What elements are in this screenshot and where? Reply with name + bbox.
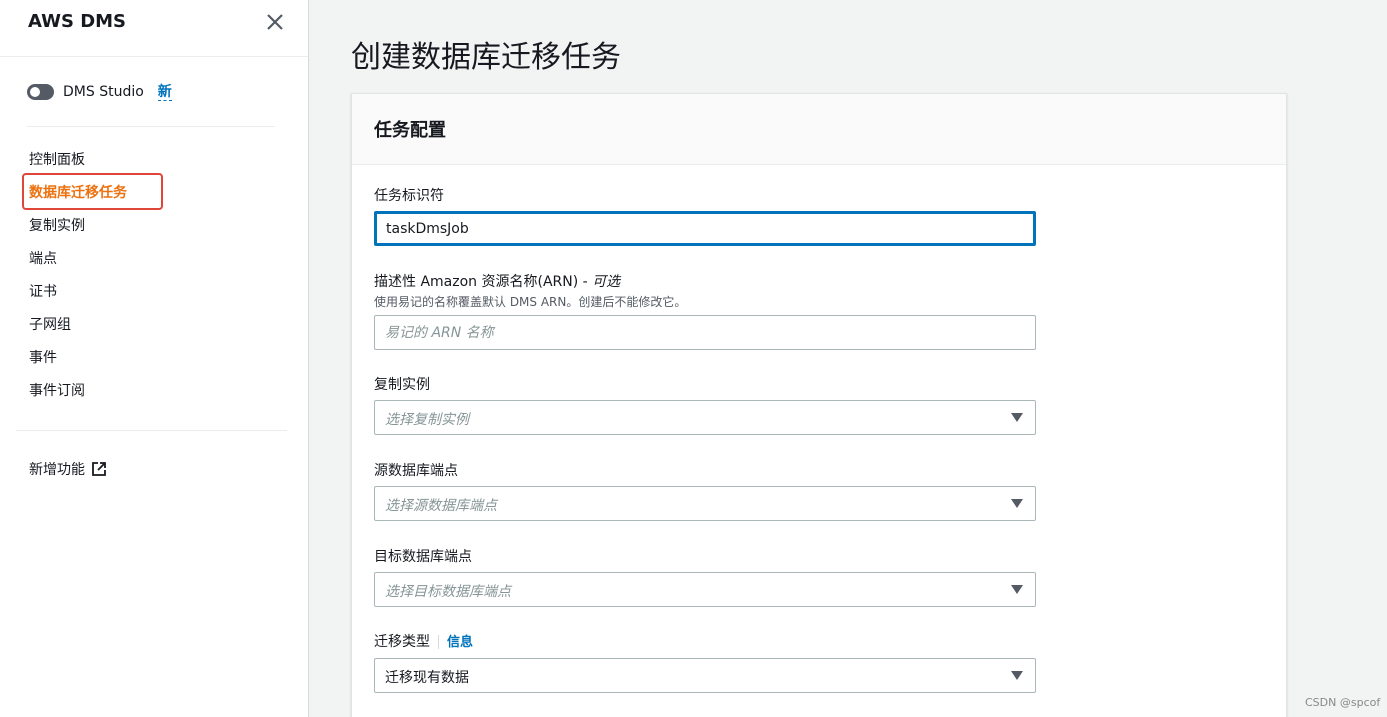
sidebar-header: AWS DMS [0,0,308,57]
info-separator [438,635,439,649]
sidebar-item-subnet-groups[interactable]: 子网组 [29,315,127,348]
caret-down-icon [1011,671,1023,680]
sidebar-item-certificates[interactable]: 证书 [29,282,127,315]
sidebar-item-migration-tasks[interactable]: 数据库迁移任务 [29,183,127,216]
migration-type-info-link[interactable]: 信息 [447,635,473,650]
close-icon [267,14,283,30]
migration-type-select[interactable]: 迁移现有数据 [374,658,1036,693]
source-endpoint-select[interactable]: 选择源数据库端点 [374,486,1036,521]
caret-down-icon [1011,413,1023,422]
source-endpoint-placeholder: 选择源数据库端点 [385,498,497,514]
replication-instance-placeholder: 选择复制实例 [385,412,469,428]
new-badge[interactable]: 新 [157,84,172,101]
arn-description: 使用易记的名称覆盖默认 DMS ARN。创建后不能修改它。 [374,295,687,309]
sidebar-nav: 控制面板 数据库迁移任务 复制实例 端点 证书 子网组 事件 事件订阅 [29,150,127,414]
external-link-icon [92,462,106,476]
sidebar-item-dashboard[interactable]: 控制面板 [29,150,127,183]
dms-studio-row: DMS Studio 新 [27,81,172,103]
arn-optional-label: 可选 [592,274,621,290]
whats-new-label: 新增功能 [29,462,85,478]
migration-type-label-row: 迁移类型 信息 [374,631,473,651]
page-title: 创建数据库迁移任务 [351,40,621,75]
sidebar-title[interactable]: AWS DMS [28,11,126,32]
close-sidebar-button[interactable] [263,10,287,34]
task-identifier-input[interactable] [374,211,1036,246]
dms-studio-toggle[interactable] [27,84,54,100]
sidebar-item-replication-instances[interactable]: 复制实例 [29,216,127,249]
replication-instance-select[interactable]: 选择复制实例 [374,400,1036,435]
target-endpoint-placeholder: 选择目标数据库端点 [385,584,511,600]
panel-header: 任务配置 [352,94,1286,165]
target-endpoint-label: 目标数据库端点 [374,549,472,565]
caret-down-icon [1011,499,1023,508]
caret-down-icon [1011,585,1023,594]
whats-new-link[interactable]: 新增功能 [29,459,107,479]
sidebar-item-endpoints[interactable]: 端点 [29,249,127,282]
sidebar-divider [16,430,287,431]
dms-studio-label: DMS Studio [63,84,144,100]
watermark: CSDN @spcof [1305,696,1381,709]
panel-title: 任务配置 [374,120,446,141]
sidebar-item-events[interactable]: 事件 [29,348,127,381]
arn-input[interactable] [374,315,1036,350]
sidebar-divider [27,126,275,127]
side-navigation: AWS DMS DMS Studio 新 控制面板 数据库迁移任务 复制实例 端… [0,0,309,717]
source-endpoint-label: 源数据库端点 [374,463,458,479]
arn-label-text: 描述性 Amazon 资源名称(ARN) - [374,274,593,290]
sidebar-item-event-subscriptions[interactable]: 事件订阅 [29,381,127,414]
replication-instance-label: 复制实例 [374,377,430,393]
task-identifier-label: 任务标识符 [374,188,444,204]
migration-type-value: 迁移现有数据 [385,670,469,686]
migration-type-label: 迁移类型 [374,634,430,650]
arn-label: 描述性 Amazon 资源名称(ARN) - 可选 [374,271,620,291]
target-endpoint-select[interactable]: 选择目标数据库端点 [374,572,1036,607]
